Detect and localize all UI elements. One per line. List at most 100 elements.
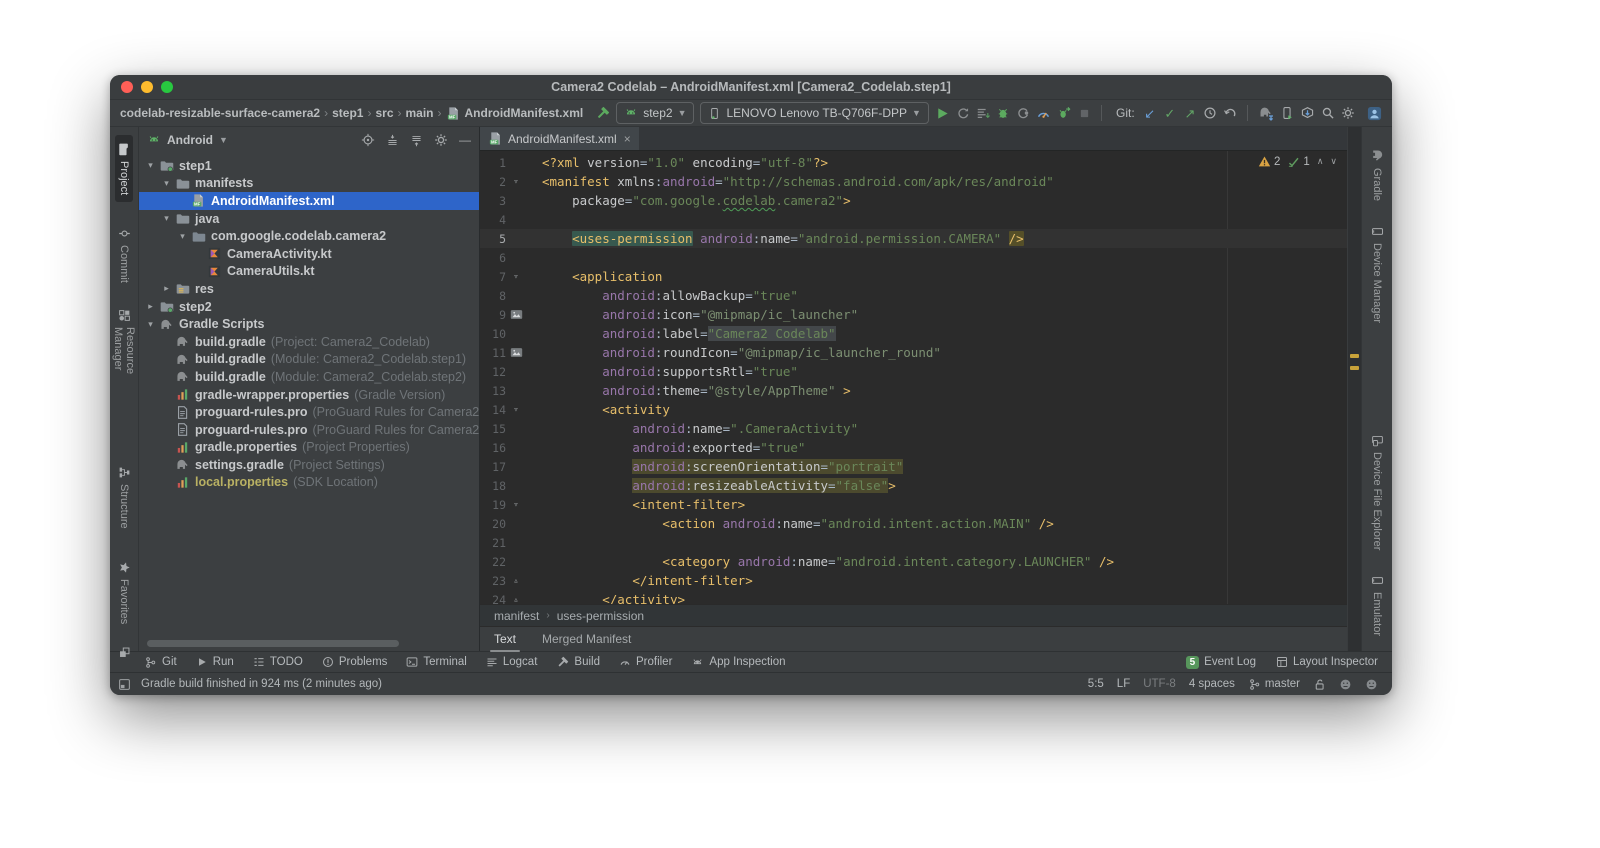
tree-item[interactable]: ▸ step2 <box>139 298 479 316</box>
tool-window-button-layout-inspector[interactable]: Layout Inspector <box>1276 656 1378 668</box>
code-line[interactable]: 23 ▵ </intent-filter> <box>480 571 1347 590</box>
attach-debugger-button[interactable] <box>1016 103 1030 123</box>
tree-chevron-icon[interactable]: ▾ <box>159 178 174 189</box>
collapse-all-button[interactable] <box>410 134 423 147</box>
breadcrumb-item[interactable]: step1 <box>332 106 363 120</box>
tree-item[interactable]: ▾ step1 <box>139 157 479 175</box>
code-line[interactable]: 13 android:theme="@style/AppTheme" > <box>480 381 1347 400</box>
file-encoding[interactable]: UTF-8 <box>1143 678 1176 690</box>
git-branch-widget[interactable]: master <box>1248 678 1300 691</box>
tree-item[interactable]: build.gradle (Project: Camera2_Codelab) <box>139 333 479 351</box>
sdk-manager-button[interactable] <box>1300 103 1315 123</box>
profile-avatar[interactable] <box>1367 103 1382 123</box>
tree-item[interactable]: proguard-rules.pro (ProGuard Rules for Ca… <box>139 421 479 439</box>
code-line[interactable]: 7 ▿ <application <box>480 267 1347 286</box>
fold-start-icon[interactable]: ▿ <box>506 405 526 415</box>
tool-window-button-terminal[interactable]: Terminal <box>406 656 467 668</box>
face-icon[interactable] <box>1365 678 1378 691</box>
fold-start-icon[interactable]: ▿ <box>506 500 526 510</box>
tree-chevron-icon[interactable]: ▾ <box>175 231 190 242</box>
code-line[interactable]: 9 android:icon="@mipmap/ic_launcher" <box>480 305 1347 324</box>
code-line[interactable]: 18 android:resizeableActivity="false"> <box>480 476 1347 495</box>
profiler-button[interactable] <box>1036 103 1051 123</box>
tool-window-button-build[interactable]: Build <box>556 656 600 669</box>
code-line[interactable]: 4 <box>480 210 1347 229</box>
breadcrumb-item[interactable]: src <box>375 106 393 120</box>
tree-chevron-icon[interactable]: ▾ <box>143 319 158 330</box>
tree-item[interactable]: gradle.properties (Project Properties) <box>139 439 479 457</box>
title-bar[interactable]: Camera2 Codelab – AndroidManifest.xml [C… <box>110 75 1392 100</box>
profile-low-overhead-button[interactable] <box>1057 103 1071 123</box>
editor-tab[interactable]: MF AndroidManifest.xml × <box>480 127 639 150</box>
select-opened-file-button[interactable] <box>361 133 375 147</box>
device-select[interactable]: LENOVO Lenovo TB-Q706F-DPP ▼ <box>700 102 929 124</box>
code-line[interactable]: 21 <box>480 533 1347 552</box>
device-manager-button[interactable] <box>1280 103 1294 123</box>
code-line[interactable]: 16 android:exported="true" <box>480 438 1347 457</box>
warning-stripe-mark[interactable] <box>1350 354 1359 358</box>
editor-view-tab-merged-manifest[interactable]: Merged Manifest <box>542 632 631 646</box>
tree-item[interactable]: build.gradle (Module: Camera2_Codelab.ste… <box>139 368 479 386</box>
inspection-widget[interactable]: 2 1 ∧ ∨ <box>1258 155 1337 168</box>
run-button[interactable] <box>935 103 950 123</box>
tree-item[interactable]: ▾ manifests <box>139 175 479 193</box>
code-line[interactable]: 11 android:roundIcon="@mipmap/ic_launche… <box>480 343 1347 362</box>
face-icon[interactable] <box>1339 678 1352 691</box>
tree-item[interactable]: ▾ com.google.codelab.camera2 <box>139 227 479 245</box>
tree-item[interactable]: local.properties (SDK Location) <box>139 474 479 492</box>
tool-stripe-commit[interactable]: Commit <box>116 220 133 290</box>
code-line[interactable]: 10 android:label="Camera2 Codelab" <box>480 324 1347 343</box>
tool-stripe-project[interactable]: Project <box>115 135 133 203</box>
tree-chevron-icon[interactable]: ▾ <box>159 213 174 224</box>
tree-item[interactable]: gradle-wrapper.properties (Gradle Version… <box>139 386 479 404</box>
fold-start-icon[interactable]: ▿ <box>506 177 526 187</box>
tool-window-toggle-icon[interactable] <box>118 678 131 691</box>
zoom-window-button[interactable] <box>161 81 173 93</box>
search-everywhere-button[interactable] <box>1321 103 1335 123</box>
tool-window-button-app-inspection[interactable]: App Inspection <box>691 656 786 669</box>
fold-end-icon[interactable]: ▵ <box>506 576 526 586</box>
apply-code-changes-button[interactable] <box>976 103 991 123</box>
tool-stripe-device-manager[interactable]: Device Manager <box>1369 218 1386 330</box>
code-line[interactable]: 8 android:allowBackup="true" <box>480 286 1347 305</box>
code-line[interactable]: 15 android:name=".CameraActivity" <box>480 419 1347 438</box>
tree-item[interactable]: MF AndroidManifest.xml <box>139 192 479 210</box>
code-line[interactable]: 19 ▿ <intent-filter> <box>480 495 1347 514</box>
code-line[interactable]: 24 ▵ </activity> <box>480 590 1347 604</box>
horizontal-scrollbar[interactable] <box>147 640 399 647</box>
git-push-button[interactable]: ↗ <box>1183 103 1197 123</box>
run-config-select[interactable]: step2 ▼ <box>616 102 695 124</box>
error-stripe[interactable] <box>1347 127 1361 651</box>
code-line[interactable]: 14 ▿ <activity <box>480 400 1347 419</box>
apply-changes-button[interactable] <box>956 103 970 123</box>
tool-stripe-favorites[interactable]: Favorites <box>116 554 133 631</box>
tree-item[interactable]: CameraUtils.kt <box>139 263 479 281</box>
code-line[interactable]: 20 <action android:name="android.intent.… <box>480 514 1347 533</box>
tree-item[interactable]: CameraActivity.kt <box>139 245 479 263</box>
tool-window-button-event-log[interactable]: 5 Event Log <box>1185 655 1256 669</box>
tool-stripe-gradle[interactable]: Gradle <box>1368 141 1387 208</box>
tool-window-button-todo[interactable]: TODO <box>253 656 303 668</box>
editor-body[interactable]: 1 <?xml version="1.0" encoding="utf-8"?> 2… <box>480 151 1347 604</box>
breadcrumb-file[interactable]: MF AndroidManifest.xml <box>446 106 583 121</box>
code-line[interactable]: 3 package="com.google.codelab.camera2"> <box>480 191 1347 210</box>
code-line[interactable]: 6 <box>480 248 1347 267</box>
tree-item[interactable]: ▾ Gradle Scripts <box>139 315 479 333</box>
settings-button[interactable] <box>1341 103 1355 123</box>
gradle-sync-button[interactable] <box>1258 103 1274 123</box>
debug-button[interactable] <box>996 103 1010 123</box>
code-line[interactable]: 1 <?xml version="1.0" encoding="utf-8"?> <box>480 153 1347 172</box>
tool-window-button-run[interactable]: Run <box>196 656 234 668</box>
git-rollback-button[interactable] <box>1223 103 1237 123</box>
minimize-window-button[interactable] <box>141 81 153 93</box>
git-commit-button[interactable]: ✓ <box>1163 103 1177 123</box>
tool-window-button-problems[interactable]: Problems <box>322 656 387 668</box>
tree-item[interactable]: ▸ res <box>139 280 479 298</box>
tool-stripe-device-file-explorer[interactable]: Device File Explorer <box>1369 427 1386 557</box>
tree-item[interactable]: build.gradle (Module: Camera2_Codelab.ste… <box>139 351 479 369</box>
tree-chevron-icon[interactable]: ▸ <box>159 283 174 294</box>
fold-end-icon[interactable]: ▵ <box>506 595 526 605</box>
stop-button[interactable] <box>1077 103 1091 123</box>
tool-stripe-emulator[interactable]: Emulator <box>1369 567 1386 643</box>
code-line[interactable]: 17 android:screenOrientation="portrait" <box>480 457 1347 476</box>
